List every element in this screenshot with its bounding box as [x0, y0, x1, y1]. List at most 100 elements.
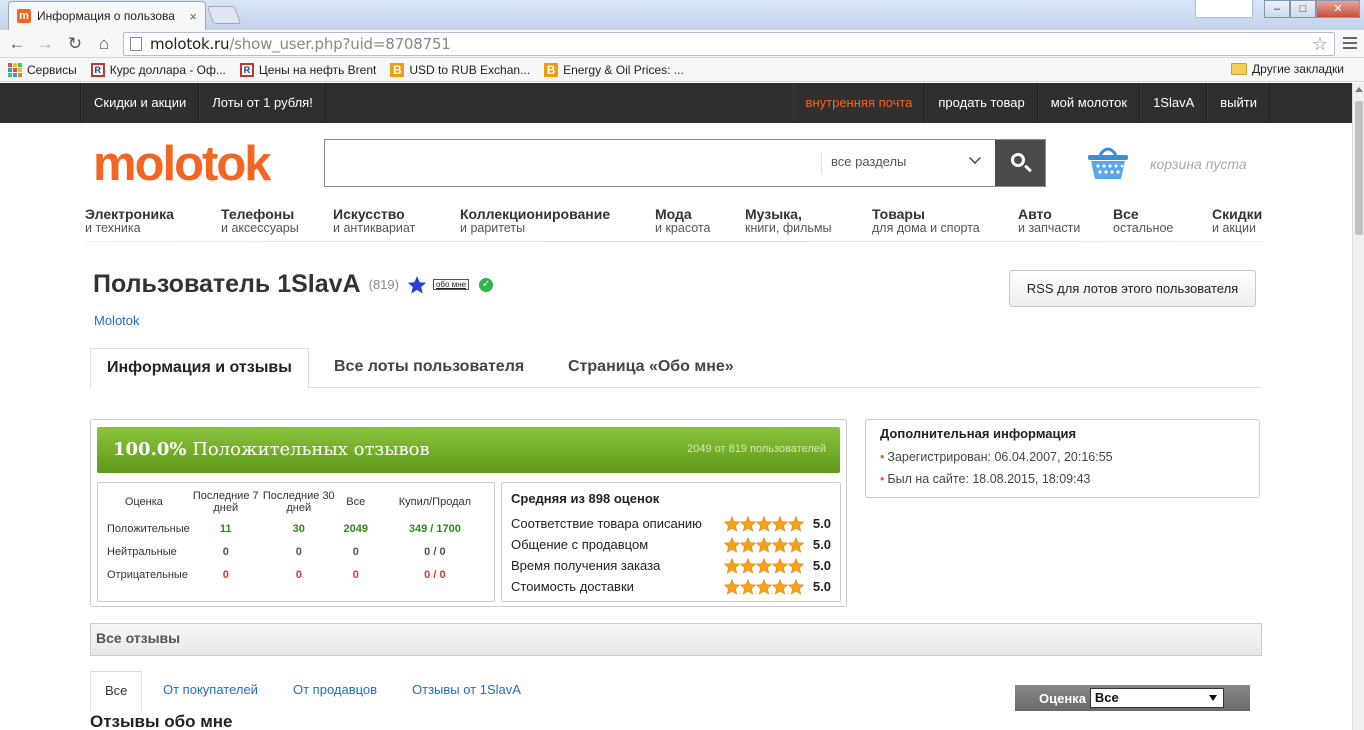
rating-label: Соответствие товара описанию — [511, 516, 702, 531]
review-tab-from-sellers[interactable]: От продавцов — [293, 671, 377, 711]
topnav-username-link[interactable]: 1SlavA — [1140, 83, 1208, 123]
r-icon: R — [239, 62, 254, 77]
maximize-button[interactable]: □ — [1290, 0, 1316, 18]
blue-star-icon[interactable] — [407, 275, 427, 295]
category-other[interactable]: Все остальное — [1113, 206, 1173, 235]
category-art[interactable]: Искусство и антиквариат — [333, 206, 415, 235]
category-phones[interactable]: Телефоны и аксессуары — [221, 206, 299, 235]
category-home[interactable]: Товары для дома и спорта — [872, 206, 980, 235]
cell-30d[interactable]: 30 — [262, 517, 336, 540]
topnav-my-molotok-link[interactable]: мой молоток — [1037, 83, 1141, 123]
browser-menu-icon[interactable] — [1340, 34, 1360, 54]
new-tab-button[interactable] — [206, 6, 242, 24]
category-fashion[interactable]: Мода и красота — [655, 206, 710, 235]
select-value: Все — [1094, 690, 1119, 705]
review-tab-from-buyers[interactable]: От покупателей — [163, 671, 258, 711]
category-collecting[interactable]: Коллекционирование и раритеты — [460, 206, 610, 235]
browser-tab[interactable]: m Информация о пользова × — [8, 1, 206, 30]
browser-toolbar: ← → ↻ ⌂ molotok.ru/show_user.php?uid=870… — [0, 30, 1364, 58]
topnav-discounts-link[interactable]: Скидки и акции — [81, 83, 200, 123]
category-main: Коллекционирование — [460, 206, 611, 222]
page-title: Пользователь 1SlavA — [93, 270, 361, 298]
rating-value: 5.0 — [812, 537, 831, 552]
cell-all[interactable]: 2049 — [336, 517, 376, 540]
topnav-mail-link[interactable]: внутренняя почта — [792, 83, 926, 123]
category-music[interactable]: Музыка, книги, фильмы — [745, 206, 832, 235]
orange-star-icon — [723, 557, 740, 574]
bookmark-item[interactable]: R Курс доллара - Оф... — [90, 62, 226, 77]
forward-arrow-icon[interactable]: → — [34, 33, 56, 55]
apps-grid-icon — [8, 62, 22, 77]
topnav-right: внутренняя почта продать товар мой молот… — [792, 83, 1270, 123]
category-sub: для дома и спорта — [872, 221, 980, 235]
cart-status[interactable]: корзина пуста — [1150, 156, 1247, 172]
tab-info-reviews[interactable]: Информация и отзывы — [90, 348, 309, 388]
percent-label: Положительных отзывов — [192, 439, 430, 460]
category-electronics[interactable]: Электроника и техника — [85, 206, 174, 235]
all-reviews-header: Все отзывы — [90, 623, 1262, 656]
user-rating-count[interactable]: (819) — [369, 277, 399, 292]
search-button[interactable] — [995, 140, 1045, 186]
rss-button[interactable]: RSS для лотов этого пользователя — [1009, 270, 1256, 307]
profile-button[interactable] — [1195, 0, 1253, 18]
topnav-lots-1rub-link[interactable]: Лоты от 1 рубля! — [199, 83, 326, 123]
orange-star-icon — [739, 515, 756, 532]
minimize-button[interactable]: – — [1264, 0, 1290, 18]
review-tab-all[interactable]: Все — [90, 671, 143, 711]
bookmark-star-icon[interactable]: ☆ — [1312, 34, 1328, 55]
chevron-down-icon[interactable] — [969, 152, 981, 164]
search-category-select[interactable]: все разделы — [831, 154, 906, 169]
rating-filter-select[interactable]: Все — [1089, 688, 1224, 708]
category-main: Музыка, — [745, 206, 802, 222]
molotok-logo[interactable]: molotok — [93, 136, 272, 192]
cell-7d[interactable]: 11 — [190, 517, 262, 540]
profile-tabs: Информация и отзывы Все лоты пользовател… — [90, 348, 1260, 388]
page-scrollbar[interactable] — [1352, 83, 1364, 730]
orange-star-icon — [771, 536, 788, 553]
column-header: Последние 7 дней — [192, 490, 259, 514]
reload-icon[interactable]: ↻ — [64, 33, 86, 55]
category-sub: и антиквариат — [333, 221, 416, 235]
bullet: • — [880, 450, 885, 464]
bookmark-label: Цены на нефть Brent — [258, 62, 377, 77]
table-row: Положительные 11 30 2049 349 / 1700 — [98, 517, 494, 540]
rating-stars — [723, 578, 805, 595]
breadcrumb[interactable]: Molotok — [94, 313, 140, 328]
address-bar[interactable]: molotok.ru/show_user.php?uid=8708751 ☆ — [123, 32, 1335, 56]
tab-about-me[interactable]: Страница «Обо мне» — [568, 348, 734, 388]
review-tab-by-user[interactable]: Отзывы от 1SlavA — [412, 671, 521, 711]
category-sub: и запчасти — [1018, 221, 1081, 235]
bookmark-apps[interactable]: Сервисы — [8, 62, 77, 77]
cell-bought-sold: 0 / 0 — [424, 568, 446, 581]
close-window-button[interactable]: ✕ — [1316, 0, 1360, 18]
rating-row: Соответствие товара описанию 5.0 — [511, 513, 831, 534]
basket-icon[interactable] — [1086, 143, 1130, 181]
scroll-thumb[interactable] — [1355, 101, 1363, 235]
cell-bought-sold[interactable]: 349 / 1700 — [376, 517, 494, 540]
about-me-badge[interactable]: обо мне — [432, 279, 470, 290]
category-discounts[interactable]: Скидки и акции — [1212, 206, 1262, 235]
cell-7d: 0 — [222, 545, 229, 558]
window-controls: – □ ✕ — [1264, 0, 1360, 18]
back-arrow-icon[interactable]: ← — [6, 33, 28, 55]
tab-close-icon[interactable]: × — [189, 9, 197, 24]
other-bookmarks[interactable]: Другие закладки — [1231, 62, 1344, 76]
topnav-sell-link[interactable]: продать товар — [925, 83, 1038, 123]
topnav-logout-link[interactable]: выйти — [1207, 83, 1270, 123]
category-sub: и раритеты — [460, 221, 526, 235]
home-icon[interactable]: ⌂ — [93, 33, 115, 55]
category-auto[interactable]: Авто и запчасти — [1018, 206, 1080, 235]
search-input[interactable] — [325, 140, 821, 186]
category-main: Скидки — [1212, 206, 1263, 222]
orange-star-icon — [739, 557, 756, 574]
scroll-up-arrow-icon[interactable] — [1355, 87, 1363, 92]
bookmark-item[interactable]: R Цены на нефть Brent — [239, 62, 377, 77]
orange-star-icon — [787, 578, 804, 595]
feedback-table: Оценка Последние 7 дней Последние 30 дне… — [97, 482, 495, 602]
bookmark-item[interactable]: B Energy & Oil Prices: ... — [544, 62, 684, 77]
tab-all-lots[interactable]: Все лоты пользователя — [334, 348, 524, 388]
bookmark-label: USD to RUB Exchan... — [409, 62, 531, 77]
column-header: Оценка — [124, 496, 163, 508]
bookmark-item[interactable]: B USD to RUB Exchan... — [390, 62, 531, 77]
column-header: Купил/Продал — [398, 496, 472, 508]
